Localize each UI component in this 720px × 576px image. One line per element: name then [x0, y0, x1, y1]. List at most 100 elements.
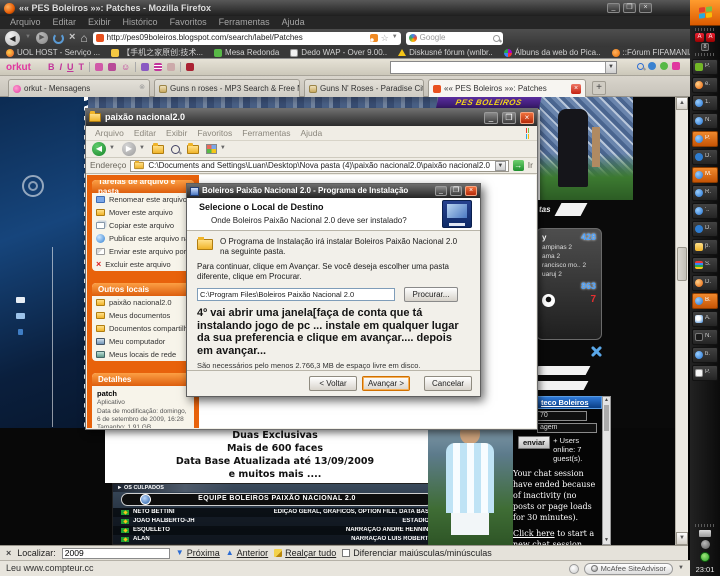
orkut-brand[interactable]: orkut — [6, 62, 31, 74]
orkut-combo-box[interactable]: ▼ — [390, 61, 617, 74]
search-box[interactable]: Google — [405, 31, 503, 45]
mcafee-dropdown-icon[interactable]: ▼ — [678, 565, 684, 572]
menu-exibir[interactable]: Exibir — [82, 17, 117, 28]
url-dropdown-icon[interactable]: ▼ — [392, 34, 398, 41]
back-button[interactable]: ◀ — [5, 30, 20, 46]
browser-scrollbar[interactable]: ▲ ▼ — [675, 97, 688, 545]
search-engine-label[interactable]: Google — [420, 33, 490, 43]
task-button[interactable]: p. — [692, 239, 718, 255]
file-tasks-header[interactable]: Tarefas de arquivo e pasta — [92, 180, 194, 196]
other-places-header[interactable]: Outros locais — [92, 283, 194, 296]
menu-ajuda[interactable]: Ajuda — [276, 17, 311, 28]
scroll-down-icon[interactable]: ▼ — [676, 532, 688, 545]
tab-guns-n-roses-search[interactable]: Guns n roses - MP3 Search & Free Mp3 ..⊗ — [154, 79, 300, 97]
task-button-active[interactable]: M. — [692, 167, 718, 183]
italic-icon[interactable]: I — [60, 62, 63, 73]
find-input[interactable] — [61, 547, 170, 559]
underline-icon[interactable]: U — [67, 62, 74, 73]
orkut-pink-icon[interactable] — [672, 62, 680, 70]
reload-icon[interactable] — [52, 32, 64, 44]
bold-icon[interactable]: B — [48, 62, 55, 73]
start-button[interactable] — [690, 0, 720, 26]
bookmark-item[interactable]: Diskusné fórum (wnlbr.. — [398, 48, 493, 58]
stop-icon[interactable]: × — [69, 31, 75, 44]
chat-scrollbar[interactable]: ▲ ▼ — [602, 396, 611, 545]
task-button[interactable]: D. — [692, 275, 718, 291]
tray-messenger-icon[interactable] — [700, 552, 710, 562]
highlight-all-button[interactable]: Realçar tudo — [274, 548, 336, 559]
task-button[interactable]: N. — [692, 113, 718, 129]
back-button[interactable]: ◀ — [92, 142, 106, 156]
toolbar-search-icon[interactable] — [637, 62, 644, 70]
toolbar-handle[interactable] — [695, 28, 715, 31]
menu-historico[interactable]: Histórico — [117, 17, 164, 28]
menu-editar[interactable]: Editar — [47, 17, 83, 28]
cancel-button[interactable]: Cancelar — [424, 376, 472, 391]
task-button-active[interactable]: P. — [692, 131, 718, 147]
quicklaunch-icon[interactable]: 8 — [701, 43, 709, 51]
menu-ferramentas[interactable]: Ferramentas — [213, 17, 276, 28]
address-dropdown-icon[interactable]: ▼ — [494, 160, 506, 171]
install-path-input[interactable]: C:\Program Files\Boleiros Paixão Naciona… — [197, 288, 395, 301]
find-next-button[interactable]: ▼ Próxima — [176, 548, 220, 559]
site-nav-pill[interactable] — [531, 381, 589, 390]
search-icon[interactable] — [492, 34, 500, 42]
video-icon[interactable] — [186, 63, 195, 72]
task-copy[interactable]: Copiar este arquivo — [92, 219, 194, 232]
maximize-button[interactable]: ❐ — [502, 111, 516, 124]
google-icon[interactable] — [408, 34, 417, 42]
task-button[interactable]: e. — [692, 77, 718, 93]
task-delete[interactable]: × Excluir este arquivo — [92, 258, 194, 271]
task-button[interactable]: 1. — [692, 95, 718, 111]
bookmark-star-icon[interactable]: ☆ — [381, 33, 389, 43]
forward-button[interactable]: ▶ — [35, 32, 48, 44]
scroll-down-icon[interactable]: ▼ — [603, 537, 610, 544]
tab-paradise-city[interactable]: Guns N' Roses - Paradise City: Free MP..… — [304, 79, 424, 97]
task-email[interactable]: Enviar este arquivo por email — [92, 245, 194, 258]
scroll-thumb[interactable] — [604, 405, 609, 431]
anchor-icon[interactable] — [108, 63, 117, 72]
url-text[interactable]: http://pes09boleiros.blogspot.com/search… — [107, 33, 367, 43]
bookmark-item[interactable]: Mesa Redonda — [214, 48, 279, 58]
task-button[interactable]: b. — [692, 347, 718, 363]
views-icon[interactable] — [205, 144, 217, 154]
place-network[interactable]: Meus locais de rede — [92, 348, 194, 361]
folders-icon[interactable] — [186, 142, 199, 154]
chat-name-input[interactable]: 70 — [537, 411, 587, 421]
chat-restart-link[interactable]: Click here — [513, 529, 555, 538]
new-tab-button[interactable]: + — [592, 81, 606, 95]
menu-ajuda[interactable]: Ajuda — [295, 128, 327, 138]
rss-icon[interactable] — [369, 34, 378, 42]
addon-status-icon[interactable] — [568, 563, 579, 574]
minimize-button[interactable]: _ — [435, 186, 447, 196]
menu-favoritos[interactable]: Favoritos — [164, 17, 213, 28]
chat-send-button[interactable]: enviar — [518, 436, 551, 449]
match-case-checkbox[interactable]: Diferenciar maiúsculas/minúsculas — [342, 548, 492, 559]
combo-dropdown-icon[interactable]: ▼ — [605, 62, 616, 73]
address-input[interactable]: C:\Documents and Settings\Luan\Desktop\N… — [130, 159, 509, 172]
task-button-active[interactable]: B. — [692, 293, 718, 309]
site-nav-pill[interactable] — [533, 366, 591, 375]
minimize-button[interactable]: _ — [484, 111, 498, 124]
back-button[interactable]: < Voltar — [309, 376, 357, 391]
site-nav-fragment[interactable]: tas — [539, 205, 551, 215]
back-dropdown-icon[interactable]: ▼ — [25, 34, 31, 41]
task-button[interactable]: D. — [692, 149, 718, 165]
maximize-button[interactable]: ❐ — [450, 186, 462, 196]
place-my-documents[interactable]: Meus documentos — [92, 309, 194, 322]
installer-dialog[interactable]: Boleiros Paixão Nacional 2.0 - Programa … — [186, 183, 481, 397]
place-parent-folder[interactable]: paixão nacional2.0 — [92, 296, 194, 309]
next-button[interactable]: Avançar > — [362, 376, 410, 391]
url-bar[interactable]: http://pes09boleiros.blogspot.com/search… — [92, 31, 401, 45]
task-button[interactable]: P. — [692, 59, 718, 75]
adobe-reader-icon[interactable]: A — [695, 33, 704, 42]
tray-keyboard-icon[interactable] — [699, 530, 711, 537]
restore-button[interactable]: ❐ — [623, 3, 636, 13]
close-button[interactable]: × — [520, 111, 534, 124]
chat-message-input[interactable]: agem — [537, 423, 597, 433]
details-header[interactable]: Detalhes — [92, 373, 194, 386]
font-color-icon[interactable]: T — [79, 62, 85, 73]
menu-editar[interactable]: Editar — [129, 128, 161, 138]
buddy-icon[interactable] — [648, 62, 656, 70]
bookmark-item[interactable]: UOL HOST - Serviço ... — [6, 48, 100, 58]
